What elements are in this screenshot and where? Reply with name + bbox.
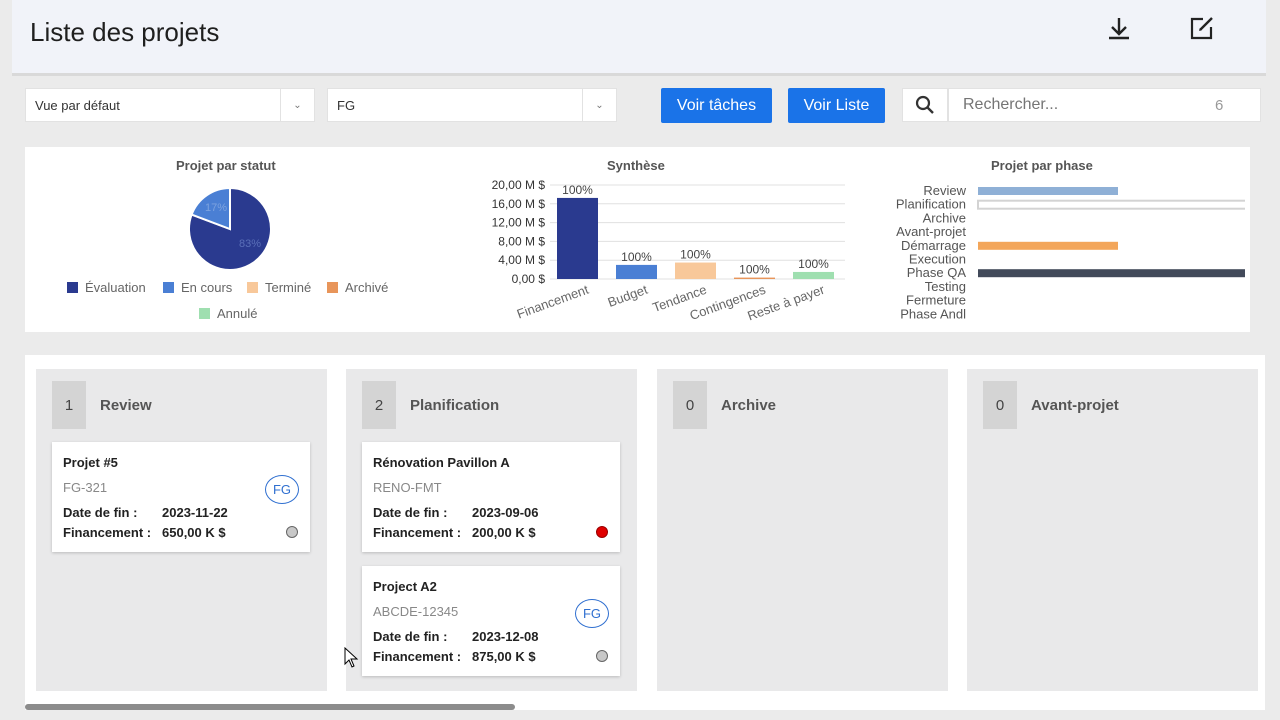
view-tasks-button[interactable]: Voir tâches [661,88,772,123]
edit-icon[interactable] [1188,14,1216,42]
legend-label: Archivé [345,280,389,295]
search-button[interactable] [902,88,948,122]
bar-1 [616,264,657,279]
financing-label: Financement : [373,525,462,540]
legend-label: Annulé [217,306,258,321]
status-dot [596,526,608,538]
bar-data-label: 100% [562,183,593,197]
financing-value: 875,00 K $ [472,649,536,664]
phase-bar-0 [978,187,1118,195]
phase-bar-1 [977,199,1245,210]
y-category-label: Phase Andl [900,306,966,321]
kanban-board: 1 Review Projet #5 FG-321 FG Date de fin… [25,355,1265,710]
column-title: Archive [721,397,777,414]
y-tick-label: 20,00 M $ [492,178,546,192]
legend-label: Terminé [265,280,312,295]
date-value: 2023-09-06 [472,505,539,520]
card-name: Projet #5 [63,455,118,470]
project-card[interactable]: Projet #5 FG-321 FG Date de fin : 2023-1… [52,442,310,552]
phase-bar-6 [978,269,1245,278]
status-dot [596,650,608,662]
legend-termine[interactable]: Terminé [247,280,311,295]
phase-bar-4 [978,241,1118,250]
date-label: Date de fin : [373,629,448,644]
y-tick-label: 0,00 $ [512,272,546,286]
column-title: Review [100,397,152,414]
pie-label-83: 83% [239,238,261,250]
legend-label: Évaluation [85,280,146,295]
x-tick-label: Financement [515,282,591,322]
status-chart-title: Projet par statut [176,158,276,173]
chevron-down-icon[interactable]: ⌄ [280,89,314,121]
status-pie-chart: 83% 17% [188,186,272,271]
bar-4 [793,271,834,279]
toolbar: Vue par défaut ⌄ FG ⌄ Voir tâches Voir L… [0,88,1280,124]
bar-3 [734,277,775,279]
chevron-down-icon[interactable]: ⌄ [582,89,616,121]
phase-bar-chart: ReviewPlanificationArchiveAvant-projetDé… [896,183,1245,321]
financing-value: 200,00 K $ [472,525,536,540]
x-tick-label: Budget [606,282,650,310]
column-count: 1 [52,381,86,429]
column-archive: 0 Archive [657,369,948,691]
project-card[interactable]: Project A2 ABCDE-12345 FG Date de fin : … [362,566,620,676]
search-icon [915,95,934,114]
filter-select-value: FG [337,98,356,113]
card-code: FG-321 [63,480,108,495]
mouse-cursor-icon [344,647,359,668]
column-avant-projet: 0 Avant-projet [967,369,1258,691]
y-tick-label: 16,00 M $ [492,197,546,211]
legend-archive[interactable]: Archivé [327,280,388,295]
phase-chart-title: Projet par phase [991,158,1093,173]
legend-annule[interactable]: Annulé [199,306,257,321]
card-code: RENO-FMT [373,480,442,495]
legend-en-cours[interactable]: En cours [163,280,232,295]
filter-select[interactable]: FG ⌄ [327,88,617,122]
legend-evaluation[interactable]: Évaluation [67,280,146,295]
column-title: Avant-projet [1031,397,1119,414]
financing-label: Financement : [63,525,152,540]
download-icon[interactable] [1105,14,1133,42]
y-tick-label: 12,00 M $ [492,216,546,230]
bar-data-label: 100% [739,263,770,277]
column-review: 1 Review Projet #5 FG-321 FG Date de fin… [36,369,327,691]
column-planification: 2 Planification Rénovation Pavillon A RE… [346,369,637,691]
view-select-value: Vue par défaut [35,98,120,113]
column-count: 2 [362,381,396,429]
owner-badge: FG [265,475,299,504]
date-value: 2023-11-22 [162,505,228,520]
financing-label: Financement : [373,649,462,664]
column-title: Planification [410,397,500,414]
card-name: Project A2 [373,579,437,594]
y-tick-label: 4,00 M $ [498,253,545,267]
charts-panel: Projet par statut 83% 17% Évaluation En … [25,147,1250,332]
column-count: 0 [673,381,707,429]
owner-badge: FG [575,599,609,628]
horizontal-scrollbar[interactable] [25,704,515,710]
legend-label: En cours [181,280,233,295]
bar-data-label: 100% [621,250,652,264]
project-card[interactable]: Rénovation Pavillon A RENO-FMT Date de f… [362,442,620,552]
view-list-button[interactable]: Voir Liste [788,88,885,123]
financing-value: 650,00 K $ [162,525,226,540]
page-header: Liste des projets [12,0,1266,76]
bar-data-label: 100% [680,248,711,262]
card-name: Rénovation Pavillon A [373,455,510,470]
page-title: Liste des projets [30,17,220,47]
bar-0 [557,197,598,279]
synthese-bar-chart: 0,00 $ 4,00 M $ 8,00 M $ 12,00 M $ 16,00 M $… [492,178,845,324]
date-label: Date de fin : [63,505,138,520]
pie-label-17: 17% [205,202,227,214]
column-count: 0 [983,381,1017,429]
y-tick-label: 8,00 M $ [498,234,545,248]
date-label: Date de fin : [373,505,448,520]
bar-data-label: 100% [798,257,829,271]
status-dot [286,526,298,538]
bar-2 [675,262,716,279]
synthese-chart-title: Synthèse [607,158,665,173]
date-value: 2023-12-08 [472,629,539,644]
view-select[interactable]: Vue par défaut ⌄ [25,88,315,122]
result-count: 6 [1215,97,1224,114]
card-code: ABCDE-12345 [373,604,459,619]
